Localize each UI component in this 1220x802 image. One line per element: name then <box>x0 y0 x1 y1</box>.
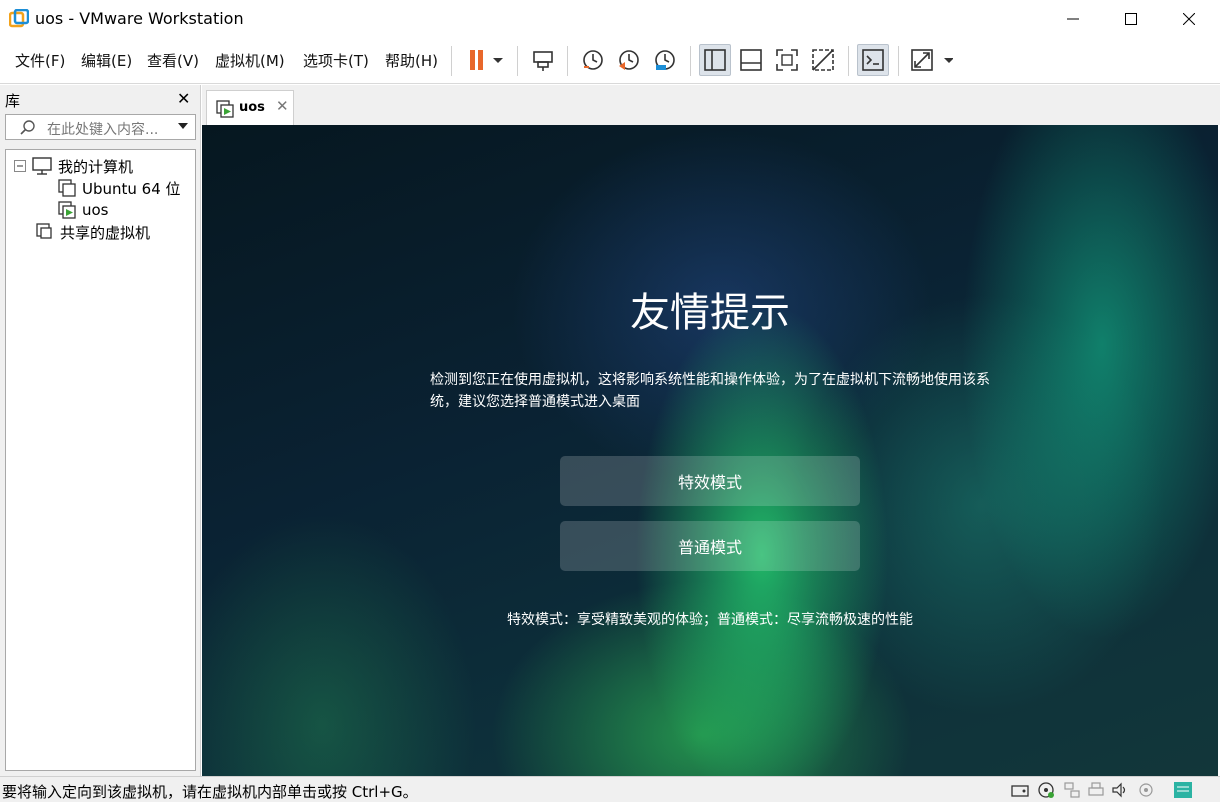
tree-item-label: uos <box>82 201 109 219</box>
toolbar-separator <box>567 46 568 76</box>
message-log-icon[interactable] <box>1172 780 1194 800</box>
unity-mode-icon[interactable] <box>807 44 839 76</box>
library-close-icon[interactable]: ✕ <box>177 89 190 108</box>
status-text: 要将输入定向到该虚拟机，请在虚拟机内部单击或按 Ctrl+G。 <box>2 783 418 801</box>
vm-running-icon <box>216 100 234 122</box>
search-dropdown-icon[interactable] <box>178 123 188 129</box>
menu-edit[interactable]: 编辑(E) <box>81 50 132 71</box>
printer-icon[interactable] <box>1086 780 1106 800</box>
tree-item-label: Ubuntu 64 位 <box>82 179 181 198</box>
menu-view[interactable]: 查看(V) <box>147 50 199 71</box>
snapshot-manager-icon[interactable] <box>649 44 681 76</box>
menu-tabs[interactable]: 选项卡(T) <box>303 50 369 71</box>
library-search-input[interactable]: 在此处键入内容... <box>5 114 196 140</box>
status-bar: 要将输入定向到该虚拟机，请在虚拟机内部单击或按 Ctrl+G。 <box>0 776 1220 802</box>
console-view-icon[interactable] <box>857 44 889 76</box>
shared-vm-icon <box>36 223 52 239</box>
full-screen-icon[interactable] <box>771 44 803 76</box>
send-ctrl-alt-del-icon[interactable] <box>527 44 559 76</box>
toolbar-separator <box>690 46 691 76</box>
collapse-icon <box>14 160 26 172</box>
maximize-button[interactable] <box>1102 0 1160 38</box>
tree-item-uos[interactable]: uos <box>58 200 109 220</box>
tab-bar: uos ✕ <box>202 85 1220 125</box>
menu-toolbar: 文件(F) 编辑(E) 查看(V) 虚拟机(M) 选项卡(T) 帮助(H) <box>0 38 1220 84</box>
library-title: 库 <box>5 92 21 110</box>
tree-item-shared-vms[interactable]: 共享的虚拟机 <box>36 222 150 242</box>
usb-settings-icon[interactable] <box>1136 780 1156 800</box>
hard-disk-icon[interactable] <box>1010 780 1030 800</box>
revert-snapshot-icon[interactable] <box>613 44 645 76</box>
vm-display[interactable]: 友情提示 检测到您正在使用虚拟机，这将影响系统性能和操作体验，为了在虚拟机下流畅… <box>202 125 1218 776</box>
tab-close-icon[interactable]: ✕ <box>276 97 289 115</box>
stretch-guest-icon[interactable] <box>907 44 955 76</box>
menu-help[interactable]: 帮助(H) <box>385 50 438 71</box>
dialog-title: 友情提示 <box>630 290 790 336</box>
tree-item-ubuntu[interactable]: Ubuntu 64 位 <box>58 178 181 198</box>
menu-file[interactable]: 文件(F) <box>15 50 65 71</box>
toolbar-separator <box>848 46 849 76</box>
search-placeholder: 在此处键入内容... <box>47 122 159 138</box>
effect-mode-button[interactable]: 特效模式 <box>560 456 860 506</box>
vm-icon <box>58 179 76 197</box>
tree-item-my-computer[interactable]: 我的计算机 <box>14 156 133 176</box>
window-title: uos - VMware Workstation <box>35 9 244 28</box>
sound-card-icon[interactable] <box>1110 780 1130 800</box>
show-library-icon[interactable] <box>699 44 731 76</box>
computer-icon <box>32 157 52 175</box>
library-tree: 我的计算机 Ubuntu 64 位 uos 共享的虚拟机 <box>5 149 196 771</box>
network-adapter-icon[interactable] <box>1062 780 1082 800</box>
snapshot-icon[interactable] <box>577 44 609 76</box>
search-icon <box>20 120 36 140</box>
vmware-logo-icon <box>8 8 30 29</box>
toolbar-separator <box>517 46 518 76</box>
thumbnail-bar-icon[interactable] <box>735 44 767 76</box>
normal-mode-button[interactable]: 普通模式 <box>560 521 860 571</box>
cd-dvd-icon[interactable] <box>1036 780 1056 800</box>
close-button[interactable] <box>1160 0 1218 38</box>
menu-vm[interactable]: 虚拟机(M) <box>215 50 285 71</box>
tree-item-label: 我的计算机 <box>58 157 134 176</box>
vm-running-icon <box>58 201 76 219</box>
toolbar-separator <box>898 46 899 76</box>
library-panel: 库 ✕ 在此处键入内容... 我的计算机 Ubuntu 64 位 uos 共享的… <box>0 85 201 776</box>
tree-item-label: 共享的虚拟机 <box>60 223 151 242</box>
minimize-button[interactable] <box>1044 0 1102 38</box>
title-bar: uos - VMware Workstation <box>0 0 1220 38</box>
tab-uos[interactable]: uos ✕ <box>206 90 294 125</box>
mode-hint: 特效模式：享受精致美观的体验；普通模式：尽享流畅极速的性能 <box>507 612 913 628</box>
pause-button[interactable] <box>460 44 508 76</box>
dialog-message: 检测到您正在使用虚拟机，这将影响系统性能和操作体验，为了在虚拟机下流畅地使用该系… <box>430 372 990 410</box>
toolbar-separator <box>451 46 452 76</box>
tab-label: uos <box>239 100 265 115</box>
